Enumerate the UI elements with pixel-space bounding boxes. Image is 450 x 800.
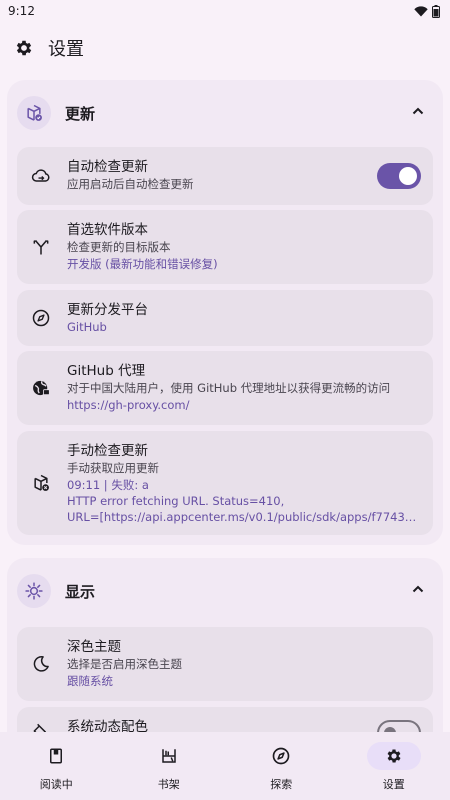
dynamic-color-title: 系统动态配色 [67, 719, 148, 732]
nav-pill [29, 742, 83, 770]
manual-check-status-url: URL=[https://api.appcenter.ms/v0.1/publi… [67, 510, 419, 524]
switch-knob [399, 167, 417, 185]
preferred-version-subtitle: 检查更新的目标版本 [67, 240, 171, 254]
paint-bucket-icon [33, 723, 46, 732]
update-platform-value: GitHub [67, 320, 107, 334]
dark-theme-value: 跟随系统 [67, 674, 113, 688]
cloud-sync-icon [31, 169, 50, 182]
display-section: 显示 深色主题 选择是否启用深色主题 跟随系统 系统动态配色 [7, 558, 443, 732]
package-error-icon [34, 474, 49, 491]
display-section-title: 显示 [65, 582, 96, 601]
bottom-navigation: 阅读中 书架 探索 设置 [0, 732, 450, 800]
dark-theme-item[interactable]: 深色主题 选择是否启用深色主题 跟随系统 [17, 627, 433, 701]
display-section-header[interactable]: 显示 [7, 558, 443, 624]
github-proxy-value: https://gh-proxy.com/ [67, 398, 190, 412]
update-platform-item[interactable]: 更新分发平台 GitHub [17, 290, 433, 346]
auto-check-update-subtitle: 应用启动后自动检查更新 [67, 177, 194, 191]
fork-icon [33, 240, 49, 255]
github-proxy-item[interactable]: GitHub 代理 对于中国大陆用户，使用 GitHub 代理地址以获得更流畅的… [17, 351, 433, 425]
manual-check-status-error: HTTP error fetching URL. Status=410, [67, 494, 285, 508]
bookshelf-icon [162, 749, 176, 763]
auto-check-update-switch[interactable] [377, 163, 421, 189]
nav-label-reading: 阅读中 [39, 778, 73, 791]
status-time: 9:12 [8, 4, 35, 18]
preferred-version-title: 首选软件版本 [67, 222, 148, 238]
gear-icon [16, 40, 32, 56]
github-proxy-subtitle: 对于中国大陆用户，使用 GitHub 代理地址以获得更流畅的访问 [67, 381, 391, 395]
chevron-up-icon[interactable] [411, 582, 425, 596]
page-title: 设置 [48, 39, 84, 60]
battery-icon [432, 4, 440, 18]
github-proxy-title: GitHub 代理 [67, 363, 146, 379]
nav-label-explore: 探索 [270, 778, 293, 791]
wifi-icon [414, 5, 428, 16]
manual-check-status-time: 09:11 | 失败: a [67, 478, 149, 492]
nav-pill [254, 742, 308, 770]
auto-check-update-item[interactable]: 自动检查更新 应用启动后自动检查更新 [17, 147, 433, 205]
preferred-version-value: 开发版 (最新功能和错误修复) [67, 257, 218, 271]
package-update-icon [27, 104, 42, 121]
update-section-icon-badge [17, 96, 51, 130]
nav-label-settings: 设置 [382, 778, 405, 791]
app-bar: 设置 [0, 30, 450, 66]
globe-lock-icon [33, 380, 50, 396]
nav-pill [142, 742, 196, 770]
update-section-title: 更新 [65, 104, 96, 123]
display-section-icon-badge [17, 574, 51, 608]
preferred-version-item[interactable]: 首选软件版本 检查更新的目标版本 开发版 (最新功能和错误修复) [17, 210, 433, 284]
status-bar: 9:12 [0, 0, 450, 22]
auto-check-update-title: 自动检查更新 [67, 159, 148, 175]
manual-check-update-title: 手动检查更新 [67, 443, 148, 459]
nav-item-settings[interactable]: 设置 [338, 732, 450, 800]
status-icons [414, 4, 440, 18]
update-platform-title: 更新分发平台 [67, 302, 148, 318]
update-section: 更新 自动检查更新 应用启动后自动检查更新 首选软件版本 检查更新的目标版本 开… [7, 80, 443, 545]
nav-item-explore[interactable]: 探索 [225, 732, 338, 800]
dynamic-color-item[interactable]: 系统动态配色 [17, 707, 433, 732]
nav-pill-active [366, 742, 421, 770]
moon-icon [33, 656, 49, 672]
compass-icon [272, 747, 290, 765]
book-icon [50, 748, 63, 764]
chevron-up-icon[interactable] [411, 104, 425, 118]
update-section-header[interactable]: 更新 [7, 80, 443, 146]
nav-item-bookshelf[interactable]: 书架 [113, 732, 226, 800]
brightness-icon [25, 582, 43, 600]
settings-list[interactable]: 更新 自动检查更新 应用启动后自动检查更新 首选软件版本 检查更新的目标版本 开… [0, 80, 450, 732]
dynamic-color-switch[interactable] [377, 720, 421, 732]
dark-theme-subtitle: 选择是否启用深色主题 [67, 657, 182, 671]
manual-check-update-item[interactable]: 手动检查更新 手动获取应用更新 09:11 | 失败: a HTTP error… [17, 431, 433, 535]
nav-item-reading[interactable]: 阅读中 [0, 732, 113, 800]
gear-icon [387, 749, 401, 763]
nav-label-bookshelf: 书架 [157, 778, 180, 791]
manual-check-update-subtitle: 手动获取应用更新 [67, 461, 159, 475]
dark-theme-title: 深色主题 [67, 639, 121, 655]
compass-icon [32, 309, 50, 327]
